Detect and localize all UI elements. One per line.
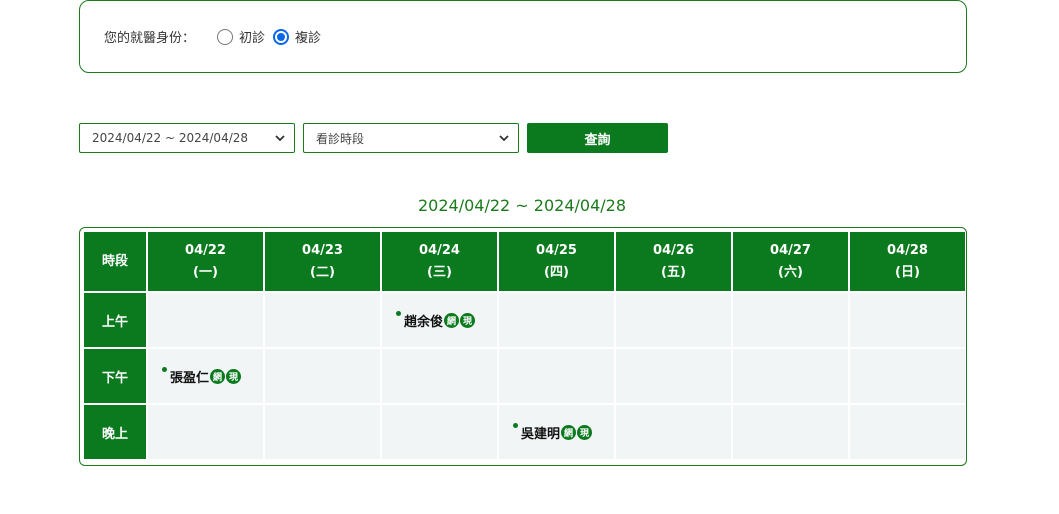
schedule-grid: 時段 04/22 (一) 04/23 (二) 04/24 (三) 04/25 (四) 0… xyxy=(84,232,965,459)
doctor-name[interactable]: 趙余俊 xyxy=(404,311,443,330)
radio-return-visit-label[interactable]: 複診 xyxy=(295,27,321,46)
header-day-1: 04/22 (一) xyxy=(148,232,263,291)
doctor-name[interactable]: 張盈仁 xyxy=(170,367,209,386)
radio-return-visit-circle[interactable] xyxy=(273,28,290,45)
slot-cell xyxy=(850,349,965,403)
slot-cell xyxy=(499,293,614,347)
header-period: 時段 xyxy=(84,232,146,291)
header-day-date: 04/28 xyxy=(887,242,928,258)
identity-label: 您的就醫身份： xyxy=(104,31,196,46)
header-day-2: 04/23 (二) xyxy=(265,232,380,291)
slot-cell: 張盈仁 網 現 xyxy=(148,349,263,403)
slot-cell xyxy=(616,349,731,403)
radio-first-visit-label[interactable]: 初診 xyxy=(239,27,265,46)
radio-first-visit[interactable]: 初診 xyxy=(217,27,265,46)
slot-cell: 趙余俊 網 現 xyxy=(382,293,497,347)
week-select-value: 2024/04/22 ~ 2024/04/28 xyxy=(92,131,249,145)
slot-cell xyxy=(850,293,965,347)
slot-cell xyxy=(382,349,497,403)
slot-cell xyxy=(733,349,848,403)
slot-cell xyxy=(265,349,380,403)
slot-cell xyxy=(382,405,497,459)
slot-cell xyxy=(850,405,965,459)
period-select-value: 看診時段 xyxy=(316,131,365,146)
schedule-table: 時段 04/22 (一) 04/23 (二) 04/24 (三) 04/25 (四) 0… xyxy=(79,227,967,466)
header-day-7: 04/28 (日) xyxy=(850,232,965,291)
onsite-badge: 現 xyxy=(226,368,241,384)
header-day-weekday: (日) xyxy=(895,264,920,280)
header-day-date: 04/25 xyxy=(536,242,577,258)
chevron-down-icon xyxy=(275,135,285,142)
radio-return-visit[interactable]: 複診 xyxy=(273,27,321,46)
onsite-badge: 現 xyxy=(460,312,475,328)
period-afternoon: 下午 xyxy=(84,349,146,403)
header-day-6: 04/27 (六) xyxy=(733,232,848,291)
onsite-badge: 現 xyxy=(577,424,592,440)
period-select[interactable]: 看診時段 xyxy=(303,123,519,153)
doctor-name[interactable]: 吳建明 xyxy=(521,423,560,442)
slot-cell xyxy=(265,405,380,459)
doctor-slot[interactable]: 吳建明 網 現 xyxy=(512,422,592,442)
online-badge: 網 xyxy=(561,424,576,440)
header-day-weekday: (一) xyxy=(193,264,218,280)
slot-cell: 吳建明 網 現 xyxy=(499,405,614,459)
header-day-date: 04/26 xyxy=(653,242,694,258)
week-select[interactable]: 2024/04/22 ~ 2024/04/28 xyxy=(79,123,295,153)
radio-first-visit-circle[interactable] xyxy=(217,28,234,45)
period-evening: 晚上 xyxy=(84,405,146,459)
slot-cell xyxy=(733,405,848,459)
dot-icon xyxy=(512,422,518,428)
header-day-weekday: (六) xyxy=(778,264,803,280)
header-day-date: 04/24 xyxy=(419,242,460,258)
query-button[interactable]: 查詢 xyxy=(527,123,668,153)
header-day-date: 04/27 xyxy=(770,242,811,258)
slot-cell xyxy=(148,293,263,347)
header-day-weekday: (五) xyxy=(661,264,686,280)
slot-cell xyxy=(499,349,614,403)
schedule-range-title: 2024/04/22 ~ 2024/04/28 xyxy=(417,196,626,215)
header-day-3: 04/24 (三) xyxy=(382,232,497,291)
header-day-weekday: (四) xyxy=(544,264,569,280)
slot-cell xyxy=(148,405,263,459)
slot-cell xyxy=(733,293,848,347)
header-day-date: 04/22 xyxy=(185,242,226,258)
doctor-slot[interactable]: 張盈仁 網 現 xyxy=(161,366,241,386)
dot-icon xyxy=(161,366,167,372)
online-badge: 網 xyxy=(210,368,225,384)
header-period-label: 時段 xyxy=(101,253,128,269)
chevron-down-icon xyxy=(499,135,509,142)
doctor-slot[interactable]: 趙余俊 網 現 xyxy=(395,310,475,330)
header-day-5: 04/26 (五) xyxy=(616,232,731,291)
dot-icon xyxy=(395,310,401,316)
header-day-4: 04/25 (四) xyxy=(499,232,614,291)
period-morning: 上午 xyxy=(84,293,146,347)
header-day-weekday: (二) xyxy=(310,264,335,280)
slot-cell xyxy=(265,293,380,347)
slot-cell xyxy=(616,405,731,459)
header-day-date: 04/23 xyxy=(302,242,343,258)
slot-cell xyxy=(616,293,731,347)
header-day-weekday: (三) xyxy=(427,264,452,280)
online-badge: 網 xyxy=(444,312,459,328)
identity-panel: 您的就醫身份： 初診 複診 xyxy=(79,0,967,73)
